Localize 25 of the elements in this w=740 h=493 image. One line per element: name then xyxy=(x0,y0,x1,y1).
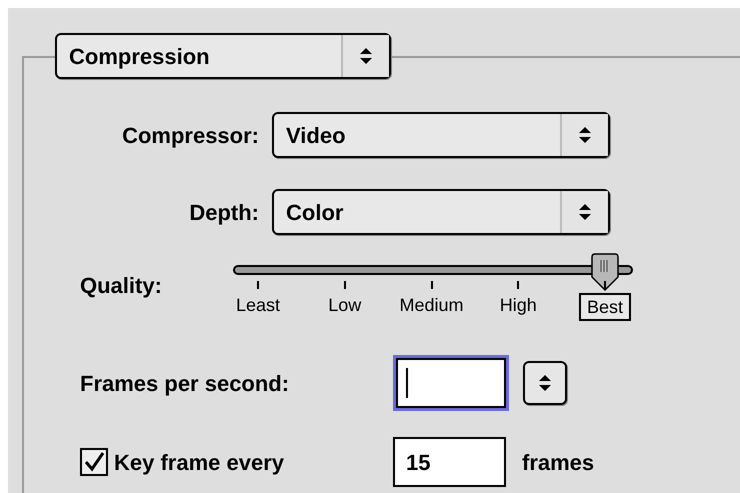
slider-tick-label: Least xyxy=(234,294,282,317)
depth-popup[interactable]: Color xyxy=(272,189,610,235)
key-frame-label: Key frame every xyxy=(113,448,286,477)
checkmark-icon xyxy=(83,451,105,473)
up-down-arrows-icon xyxy=(359,47,373,65)
compressor-popup[interactable]: Video xyxy=(272,112,610,158)
text-cursor xyxy=(406,368,408,398)
slider-tick-label: Best xyxy=(578,293,632,321)
compressor-label: Compressor: xyxy=(121,122,260,150)
quality-label: Quality: xyxy=(80,272,163,300)
frames-unit-label: frames xyxy=(522,448,594,476)
slider-thumb[interactable] xyxy=(590,253,620,291)
frames-per-second-field[interactable] xyxy=(393,355,509,411)
key-frame-checkbox[interactable] xyxy=(80,448,108,476)
frames-per-second-label: Frames per second: xyxy=(80,370,290,398)
up-down-arrows-icon xyxy=(578,203,592,221)
slider-tick-label: Low xyxy=(327,294,362,317)
slider-tick-label: High xyxy=(498,294,538,317)
key-frame-field[interactable]: 15 xyxy=(393,437,506,487)
section-popup[interactable]: Compression xyxy=(55,33,391,79)
up-down-arrows-icon xyxy=(578,126,592,144)
up-down-arrows-icon xyxy=(538,374,552,392)
stepper-button[interactable] xyxy=(523,361,567,405)
depth-label: Depth: xyxy=(188,198,260,227)
slider-tick-label: Medium xyxy=(398,294,465,317)
